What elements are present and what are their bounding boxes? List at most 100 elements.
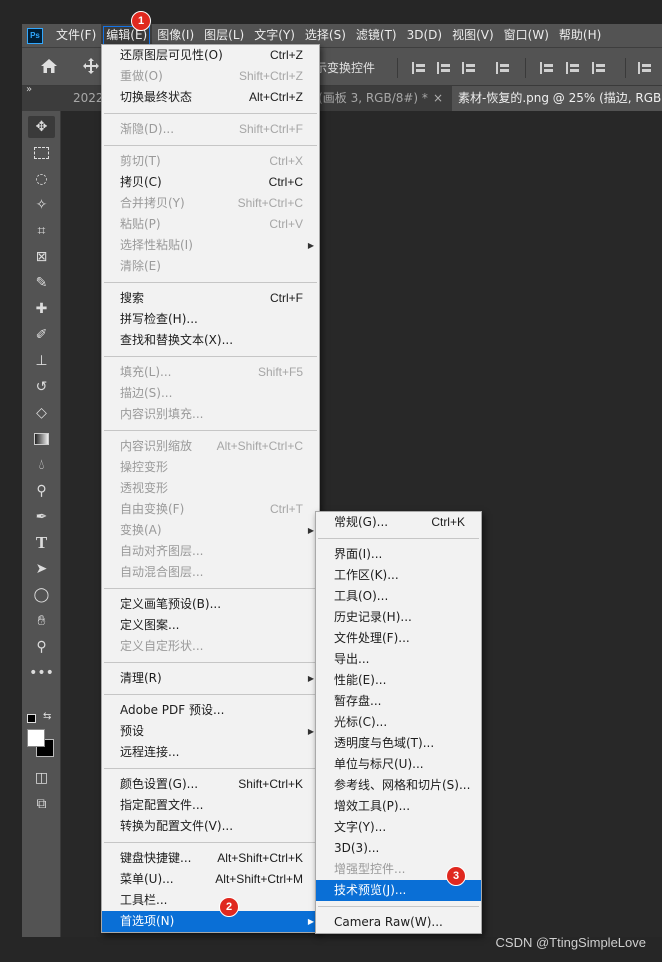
edit-menu-item-查找和替换文本[interactable]: 查找和替换文本(X)...	[102, 330, 319, 351]
menu-item-label: 清除(E)	[120, 259, 161, 273]
preferences-menu-item-工作区[interactable]: 工作区(K)...	[316, 565, 481, 586]
preferences-menu-item-性能[interactable]: 性能(E)...	[316, 670, 481, 691]
lasso-tool-icon[interactable]: ◌	[28, 168, 55, 190]
blur-tool-icon[interactable]: 💧︎	[28, 454, 55, 476]
foreground-color-swatch[interactable]	[27, 729, 45, 747]
edit-menu-item-首选项[interactable]: 首选项(N) ▶	[102, 911, 319, 932]
zoom-tool-icon[interactable]: ⚲	[28, 636, 55, 658]
align-left-icon[interactable]	[412, 62, 426, 74]
eraser-icon[interactable]: ◇	[28, 402, 55, 424]
distribute-vertical-icon[interactable]	[638, 62, 652, 74]
edit-menu-item-指定配置文件[interactable]: 指定配置文件...	[102, 795, 319, 816]
preferences-menu-item-3d[interactable]: 3D(3)...	[316, 838, 481, 859]
tab-document-3[interactable]: 素材-恢复的.png @ 25% (描边, RGB	[452, 86, 662, 111]
edit-menu-item-搜索[interactable]: 搜索 Ctrl+F	[102, 288, 319, 309]
preferences-menu-item-历史记录[interactable]: 历史记录(H)...	[316, 607, 481, 628]
align-bottom-icon[interactable]	[592, 62, 606, 74]
show-transform-controls-label[interactable]: 示变换控件	[315, 59, 375, 76]
preferences-menu-item-工具[interactable]: 工具(O)...	[316, 586, 481, 607]
align-center-icon[interactable]	[437, 62, 451, 74]
preferences-menu-item-单位与标尺[interactable]: 单位与标尺(U)...	[316, 754, 481, 775]
preferences-menu-item-camera-raw[interactable]: Camera Raw(W)...	[316, 912, 481, 933]
crop-tool-icon[interactable]: ⌗	[28, 220, 55, 242]
preferences-menu-item-透明度与色域[interactable]: 透明度与色域(T)...	[316, 733, 481, 754]
menu-item-label: 搜索	[120, 291, 145, 305]
frame-tool-icon[interactable]: ⊠	[28, 246, 55, 268]
preferences-menu-item-增效工具[interactable]: 增效工具(P)...	[316, 796, 481, 817]
menu-item-label: 选择性粘贴(I)	[120, 238, 193, 252]
menu-item-label: 剪切(T)	[120, 154, 161, 168]
eyedropper-icon[interactable]: ✎	[28, 272, 55, 294]
divider	[397, 58, 398, 78]
magic-wand-icon[interactable]: ✧	[28, 194, 55, 216]
menu-separator	[102, 583, 319, 594]
align-top-icon[interactable]	[540, 62, 554, 74]
edit-menu-item-颜色设置[interactable]: 颜色设置(G)... Shift+Ctrl+K	[102, 774, 319, 795]
ellipse-tool-icon[interactable]: ◯	[28, 584, 55, 606]
menu-view[interactable]: 视图(V)	[447, 24, 499, 47]
edit-menu-item-菜单[interactable]: 菜单(U)... Alt+Shift+Ctrl+M	[102, 869, 319, 890]
menu-help[interactable]: 帮助(H)	[554, 24, 606, 47]
edit-menu-item-拷贝[interactable]: 拷贝(C) Ctrl+C	[102, 172, 319, 193]
tools-panel: » ✥ ◌ ✧ ⌗ ⊠ ✎ ✚ ✐ ⊥ ↺ ◇ 💧︎ ⚲ ✒ T ➤ ◯ ✋︎ …	[22, 84, 61, 937]
edit-menu-item-定义画笔预设[interactable]: 定义画笔预设(B)...	[102, 594, 319, 615]
menu-item-label: 定义自定形状...	[120, 639, 204, 653]
default-colors-icon[interactable]	[27, 714, 36, 723]
menu-item-label: 光标(C)...	[334, 715, 388, 729]
collapse-icon[interactable]: »	[26, 84, 32, 95]
align-middle-icon[interactable]	[566, 62, 580, 74]
home-icon[interactable]	[40, 57, 58, 79]
menu-item-label: 单位与标尺(U)...	[334, 757, 424, 771]
more-tools-icon[interactable]: •••	[28, 662, 55, 684]
path-select-icon[interactable]: ➤	[28, 558, 55, 580]
preferences-menu-item-常规[interactable]: 常规(G)... Ctrl+K	[316, 512, 481, 533]
preferences-menu-item-导出[interactable]: 导出...	[316, 649, 481, 670]
menu-separator	[102, 763, 319, 774]
preferences-menu-item-光标[interactable]: 光标(C)...	[316, 712, 481, 733]
edit-menu-item-转换为配置文件[interactable]: 转换为配置文件(V)...	[102, 816, 319, 837]
history-brush-icon[interactable]: ↺	[28, 376, 55, 398]
move-tool-icon[interactable]	[82, 57, 100, 79]
align-right-icon[interactable]	[462, 62, 476, 74]
close-icon[interactable]: ×	[433, 91, 443, 105]
edit-menu-item-切换最终状态[interactable]: 切换最终状态 Alt+Ctrl+Z	[102, 87, 319, 108]
menu-item-label: 查找和替换文本(X)...	[120, 333, 234, 347]
edit-menu-item-定义图案[interactable]: 定义图案...	[102, 615, 319, 636]
tab-document-2[interactable]: s (画板 3, RGB/8#) * ×	[302, 86, 452, 111]
swap-colors-icon[interactable]: ⇆	[43, 711, 51, 722]
preferences-menu-item-文字[interactable]: 文字(Y)...	[316, 817, 481, 838]
menu-item-label: Camera Raw(W)...	[334, 915, 443, 929]
edit-menu-item-adobe-pdf-预设[interactable]: Adobe PDF 预设...	[102, 700, 319, 721]
healing-brush-icon[interactable]: ✚	[28, 298, 55, 320]
menu-filter[interactable]: 滤镜(T)	[351, 24, 402, 47]
type-tool-icon[interactable]: T	[28, 532, 55, 554]
move-tool-icon[interactable]: ✥	[28, 116, 55, 138]
screen-mode-icon[interactable]: ⧉	[28, 793, 55, 815]
edit-menu-item-拼写检查[interactable]: 拼写检查(H)...	[102, 309, 319, 330]
marquee-tool-icon[interactable]	[28, 142, 55, 164]
menu-item-label: 暂存盘...	[334, 694, 382, 708]
edit-menu-item-还原图层可见性[interactable]: 还原图层可见性(O) Ctrl+Z	[102, 45, 319, 66]
menu-item-label: 清理(R)	[120, 671, 162, 685]
hand-tool-icon[interactable]: ✋︎	[28, 610, 55, 632]
preferences-menu-item-暂存盘[interactable]: 暂存盘...	[316, 691, 481, 712]
pen-tool-icon[interactable]: ✒	[28, 506, 55, 528]
edit-menu-item-工具栏[interactable]: 工具栏...	[102, 890, 319, 911]
edit-menu-item-键盘快捷键[interactable]: 键盘快捷键... Alt+Shift+Ctrl+K	[102, 848, 319, 869]
menu-file[interactable]: 文件(F)	[51, 24, 101, 47]
stamp-tool-icon[interactable]: ⊥	[28, 350, 55, 372]
distribute-icon[interactable]	[496, 62, 510, 74]
preferences-menu-item-文件处理[interactable]: 文件处理(F)...	[316, 628, 481, 649]
preferences-menu-item-界面[interactable]: 界面(I)...	[316, 544, 481, 565]
edit-menu-item-远程连接[interactable]: 远程连接...	[102, 742, 319, 763]
edit-menu-item-预设[interactable]: 预设 ▶	[102, 721, 319, 742]
menu-3d[interactable]: 3D(D)	[402, 24, 447, 47]
quick-mask-icon[interactable]: ◫	[28, 767, 55, 789]
menu-window[interactable]: 窗口(W)	[499, 24, 554, 47]
gradient-icon[interactable]	[28, 428, 55, 450]
dodge-tool-icon[interactable]: ⚲	[28, 480, 55, 502]
edit-menu-item-清理[interactable]: 清理(R) ▶	[102, 668, 319, 689]
menu-item-shortcut: Alt+Ctrl+Z	[248, 90, 303, 104]
brush-tool-icon[interactable]: ✐	[28, 324, 55, 346]
preferences-menu-item-参考线-网格和切片[interactable]: 参考线、网格和切片(S)...	[316, 775, 481, 796]
